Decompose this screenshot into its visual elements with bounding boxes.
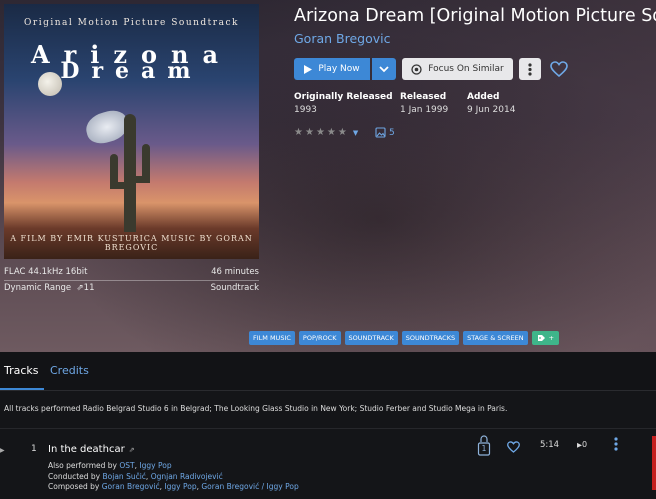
tag[interactable]: STAGE & SCREEN: [463, 331, 528, 345]
dynamic-range-icon: ⇗: [128, 445, 135, 454]
artist-link[interactable]: Goran Bregovic: [294, 31, 390, 46]
added-date-label: Added: [467, 92, 500, 102]
tag[interactable]: SOUNDTRACK: [344, 331, 398, 345]
focus-on-similar-button[interactable]: Focus On Similar: [402, 58, 513, 80]
tag-icon: [537, 335, 545, 341]
cover-top-text: Original Motion Picture Soundtrack: [24, 18, 239, 28]
kebab-menu-icon: [528, 62, 532, 76]
added-date: Added 9 Jun 2014: [467, 92, 515, 115]
photos-count: 5: [389, 127, 395, 138]
dynamic-range-icon: ⇗: [73, 283, 84, 293]
track-performed-by: Also performed by OST, Iggy Pop: [48, 461, 172, 470]
release-date-value: 1 Jan 1999: [400, 105, 449, 115]
added-date-value: 9 Jun 2014: [467, 105, 516, 115]
track-play-count: ▶0: [577, 440, 587, 449]
track-credits: Also performed by OST, Iggy Pop Conducte…: [48, 461, 299, 493]
conducted-label: Conducted by: [48, 471, 101, 481]
dynamic-range: Dynamic Range ⇗11: [4, 282, 95, 295]
divider: [4, 280, 259, 281]
album-tabs: Tracks Credits: [0, 352, 656, 391]
credit-link[interactable]: Goran Bregović: [102, 482, 160, 491]
track-favorite-button[interactable]: [507, 438, 520, 457]
rating-stars[interactable]: ★ ★ ★ ★ ★ ▼: [294, 127, 358, 138]
album-title: Arizona Dream [Original Motion Picture S…: [294, 6, 656, 26]
track-duration: 5:14: [540, 440, 560, 450]
track-composed-by: Composed by Goran Bregović, Iggy Pop, Go…: [48, 482, 299, 491]
star-icon[interactable]: ★: [327, 127, 336, 138]
track-play-indicator-icon[interactable]: ▶: [0, 447, 5, 454]
play-options-dropdown[interactable]: [372, 58, 396, 80]
tag[interactable]: FILM MUSIC: [249, 331, 295, 345]
kebab-menu-icon: [614, 437, 618, 451]
cover-moon: [38, 72, 62, 96]
performed-label: Also performed by: [48, 461, 117, 470]
favorite-button[interactable]: [548, 58, 570, 80]
photos-link[interactable]: 5: [375, 127, 395, 138]
dynamic-range-value: 11: [83, 283, 95, 293]
credit-link[interactable]: Iggy Pop: [164, 482, 196, 491]
add-tag-button[interactable]: +: [531, 331, 560, 345]
album-cover[interactable]: Original Motion Picture Soundtrack Arizo…: [4, 4, 259, 259]
duration-text: 46 minutes: [211, 267, 259, 277]
release-date-label: Released: [400, 92, 447, 102]
active-tab-indicator: [0, 388, 44, 390]
composed-label: Composed by: [48, 482, 100, 491]
chevron-down-icon: [379, 65, 389, 72]
track-conducted-by: Conducted by Bojan Sučić, Ognjan Radivoj…: [48, 471, 223, 481]
star-icon[interactable]: ★: [316, 127, 325, 138]
play-icon: [304, 64, 313, 74]
star-icon[interactable]: ★: [294, 127, 303, 138]
credit-link[interactable]: Goran Bregović / Iggy Pop: [201, 482, 298, 491]
release-date: Released 1 Jan 1999: [400, 92, 448, 115]
cover-bottom-text: A FILM BY EMIR KUSTURICA MUSIC BY GORAN …: [10, 234, 253, 252]
original-release: Originally Released 1993: [294, 92, 393, 115]
album-format-info: FLAC 44.1kHz 16bit 46 minutes Dynamic Ra…: [4, 266, 259, 295]
track-title[interactable]: In the deathcar: [48, 444, 125, 455]
track-more-button[interactable]: [614, 436, 618, 455]
play-now-button[interactable]: Play Now: [294, 58, 370, 80]
original-release-value: 1993: [294, 105, 317, 115]
track-number: 1: [31, 444, 37, 454]
tag[interactable]: SOUNDTRACKS: [401, 331, 460, 345]
tag-list: FILM MUSIC POP/ROCK SOUNDTRACK SOUNDTRAC…: [249, 331, 560, 345]
album-notes: All tracks performed Radio Belgrad Studi…: [4, 404, 508, 413]
versions-count: 1: [481, 444, 487, 453]
star-icon[interactable]: ★: [305, 127, 314, 138]
original-release-label: Originally Released: [294, 92, 393, 102]
tag[interactable]: POP/ROCK: [298, 331, 341, 345]
track-title-row[interactable]: In the deathcar ⇗: [48, 444, 135, 455]
rating-dropdown-icon[interactable]: ▼: [353, 129, 358, 137]
tab-credits[interactable]: Credits: [50, 364, 89, 377]
credit-link[interactable]: Bojan Sučić: [103, 472, 146, 481]
heart-icon: [550, 61, 568, 77]
credit-link[interactable]: Iggy Pop: [139, 461, 171, 470]
more-options-button[interactable]: [519, 58, 541, 80]
format-text: FLAC 44.1kHz 16bit: [4, 267, 88, 277]
track-versions-badge[interactable]: 1: [477, 433, 491, 457]
divider: [0, 428, 656, 429]
radar-icon: [411, 63, 422, 75]
photos-icon: [375, 127, 386, 138]
dynamic-range-label: Dynamic Range: [4, 283, 72, 293]
cover-cactus: [124, 114, 136, 232]
play-now-label: Play Now: [318, 64, 360, 74]
play-count-value: 0: [582, 440, 588, 449]
genre-text: Soundtrack: [210, 283, 259, 293]
now-playing-edge: [652, 436, 656, 490]
star-icon[interactable]: ★: [338, 127, 347, 138]
credit-link[interactable]: OST: [119, 461, 134, 470]
tab-tracks[interactable]: Tracks: [4, 364, 39, 377]
heart-icon: [507, 441, 520, 453]
credit-link[interactable]: Ognjan Radivojević: [151, 472, 223, 481]
add-tag-label: +: [548, 334, 555, 342]
focus-on-similar-label: Focus On Similar: [428, 64, 504, 74]
